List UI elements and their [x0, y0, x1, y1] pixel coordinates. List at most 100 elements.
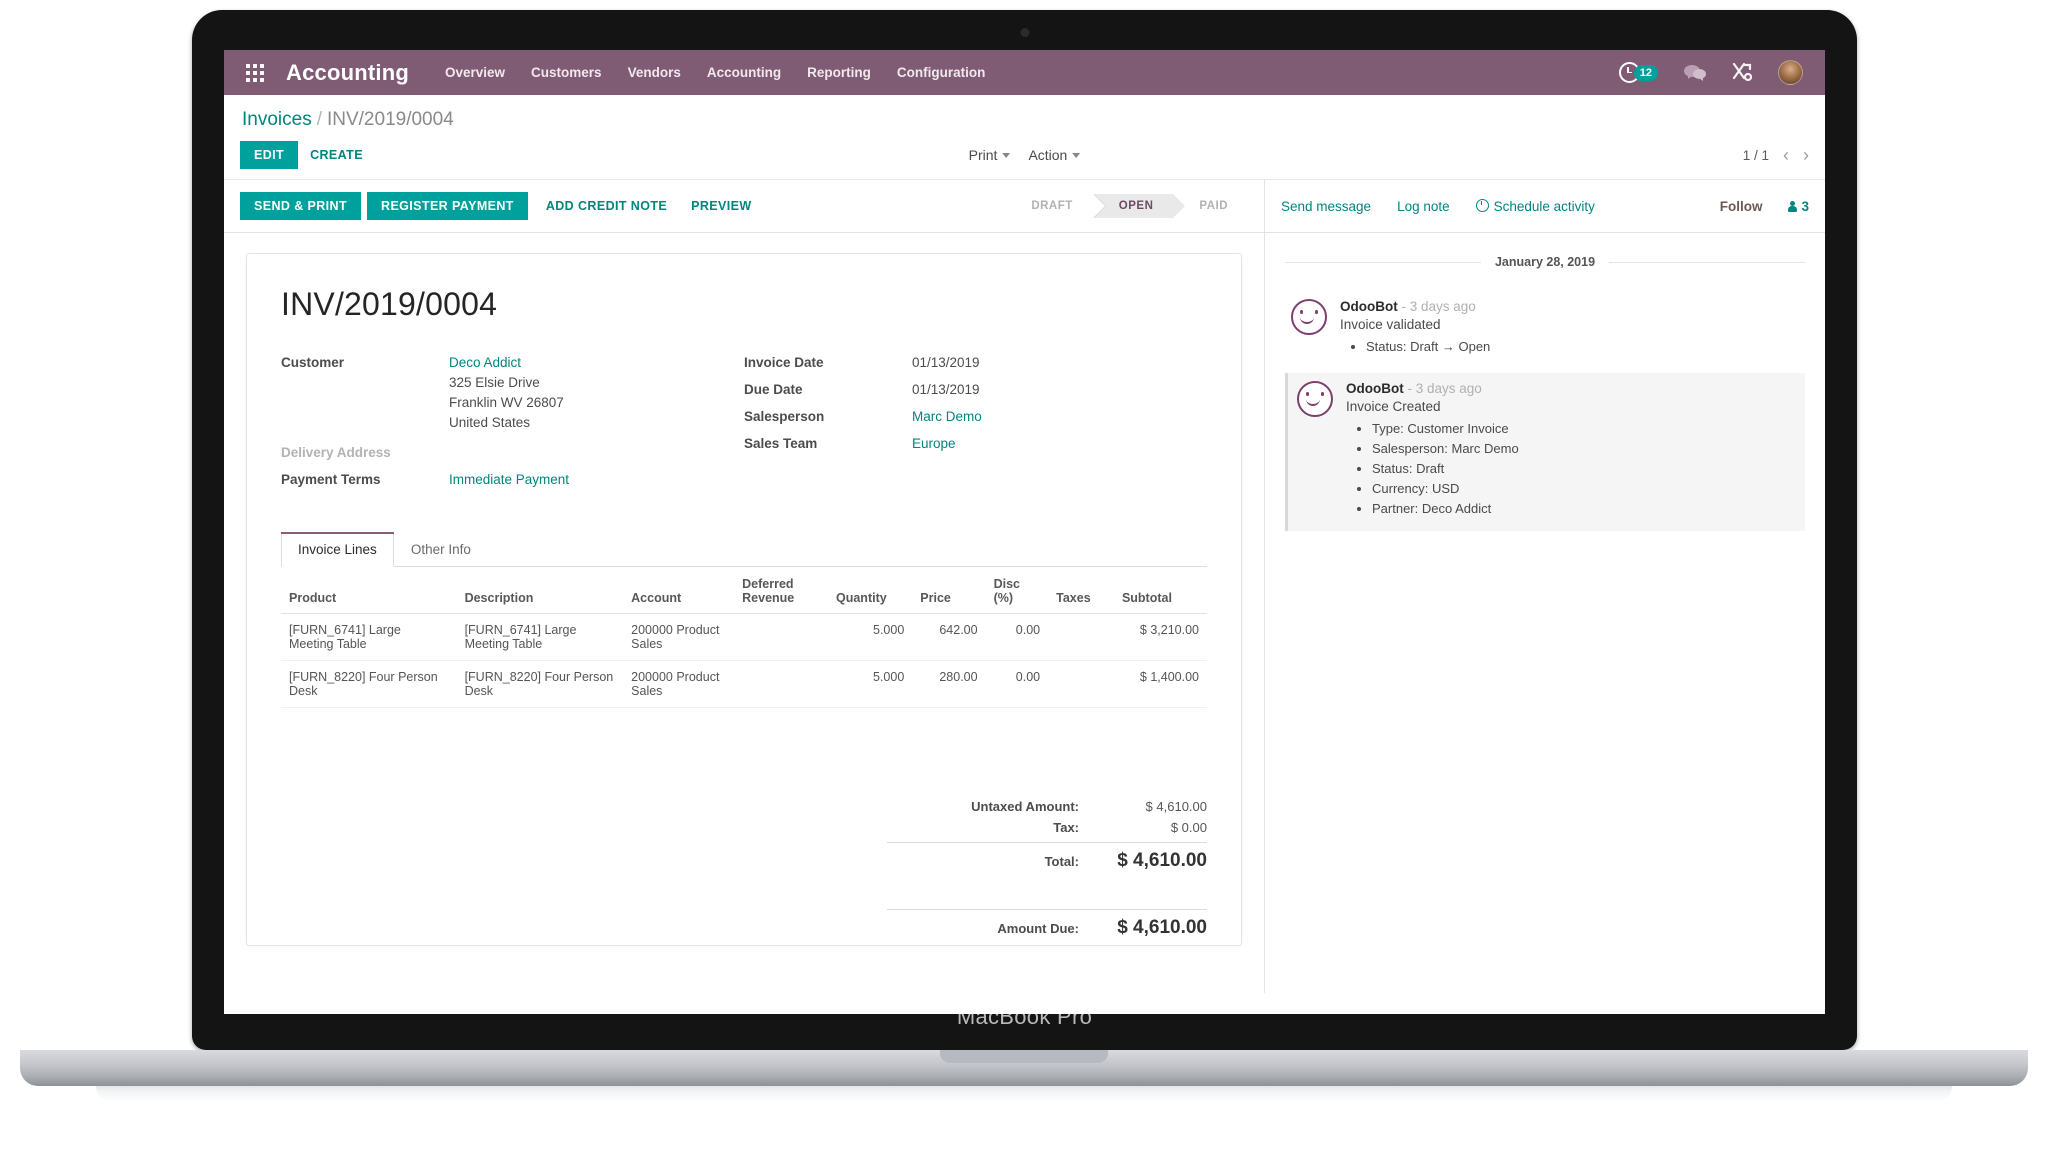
menu-item-overview[interactable]: Overview [445, 65, 505, 80]
user-icon [1788, 200, 1798, 212]
laptop-base [20, 1050, 2028, 1086]
print-dropdown[interactable]: Print [969, 147, 1011, 163]
message-subject: Invoice validated [1340, 317, 1441, 332]
navbar-systray: 12 [1618, 60, 1809, 85]
log-note-button[interactable]: Log note [1397, 199, 1450, 214]
total-tax-label: Tax: [1053, 820, 1079, 835]
tab-invoice-lines[interactable]: Invoice Lines [281, 532, 394, 567]
send-and-print-button[interactable]: SEND & PRINT [240, 192, 362, 220]
app-brand-title: Accounting [286, 59, 409, 85]
list-item: Partner: Deco Addict [1372, 499, 1799, 519]
field-invoice-date-value: 01/13/2019 [912, 355, 980, 370]
field-sales-team-value[interactable]: Europe [912, 434, 956, 454]
amount-due-label: Amount Due: [997, 921, 1079, 936]
field-salesperson: Salesperson Marc Demo [744, 407, 1207, 427]
cell-subtotal: $ 3,210.00 [1113, 613, 1207, 661]
total-untaxed-label: Untaxed Amount: [971, 799, 1079, 814]
col-price: Price [912, 571, 986, 614]
table-row[interactable]: [FURN_8220] Four Person Desk [FURN_8220]… [281, 660, 1207, 708]
preview-button[interactable]: PREVIEW [679, 192, 763, 220]
menu-item-reporting[interactable]: Reporting [807, 65, 871, 80]
total-row: Total: $ 4,610.00 [887, 842, 1207, 875]
schedule-activity-button[interactable]: Schedule activity [1475, 198, 1595, 214]
notebook-tabs: Invoice Lines Other Info [281, 531, 1207, 567]
cell-price: 642.00 [912, 613, 986, 661]
message-body: OdooBot - 3 days ago Invoice Created Typ… [1346, 381, 1799, 519]
field-salesperson-value[interactable]: Marc Demo [912, 407, 982, 427]
field-due-date-value: 01/13/2019 [912, 382, 980, 397]
total-label: Total: [1044, 854, 1079, 869]
status-draft[interactable]: DRAFT [1013, 194, 1107, 218]
total-tax-value: $ 0.00 [1170, 820, 1207, 835]
cell-disc: 0.00 [985, 613, 1049, 661]
apps-grid-icon[interactable] [246, 63, 264, 82]
webcam-icon [1020, 28, 1029, 37]
page-title: INV/2019/0004 [281, 286, 498, 322]
col-account: Account [623, 571, 735, 614]
totals-block: Untaxed Amount: $ 4,610.00 Tax: $ 0.00 T… [887, 796, 1207, 942]
send-message-button[interactable]: Send message [1281, 199, 1371, 214]
create-button[interactable]: CREATE [298, 141, 375, 169]
followers-count: 3 [1801, 198, 1809, 214]
invoice-lines-table: Product Description Account Deferred Reve… [281, 571, 1207, 708]
customer-city: Franklin WV 26807 [449, 395, 564, 410]
customer-country: United States [449, 415, 531, 430]
table-header-row: Product Description Account Deferred Reve… [281, 571, 1207, 614]
field-payment-terms-value[interactable]: Immediate Payment [449, 470, 569, 490]
field-sales-team-label: Sales Team [744, 436, 818, 451]
pager-previous-icon[interactable]: ‹ [1783, 146, 1789, 164]
thread-date-separator: January 28, 2019 [1285, 255, 1806, 269]
total-value: $ 4,610.00 [1117, 850, 1207, 871]
top-navbar: Accounting Overview Customers Vendors Ac… [224, 50, 1825, 95]
menu-item-configuration[interactable]: Configuration [897, 65, 985, 80]
invoice-sheet: INV/2019/0004 Customer Deco Addict 325 E… [246, 253, 1242, 946]
field-due-date-label: Due Date [744, 382, 803, 397]
add-credit-note-button[interactable]: ADD CREDIT NOTE [534, 192, 679, 220]
tools-icon[interactable] [1732, 63, 1752, 82]
breadcrumb-separator: / [316, 109, 322, 130]
pager-next-icon[interactable]: › [1803, 146, 1809, 164]
user-avatar[interactable] [1778, 60, 1803, 85]
cell-account: 200000 Product Sales [623, 613, 735, 661]
message-author: OdooBot [1340, 299, 1398, 314]
form-left-pane: SEND & PRINT REGISTER PAYMENT ADD CREDIT… [224, 180, 1265, 993]
record-pager: 1 / 1 ‹ › [1743, 146, 1809, 164]
cell-taxes [1048, 660, 1114, 708]
customer-street: 325 Elsie Drive [449, 375, 540, 390]
message-author: OdooBot [1346, 381, 1404, 396]
customer-name-link[interactable]: Deco Addict [449, 353, 564, 373]
activities-menu[interactable]: 12 [1618, 62, 1658, 83]
sheet-scroll-area: INV/2019/0004 Customer Deco Addict 325 E… [224, 233, 1264, 993]
action-dropdown[interactable]: Action [1028, 147, 1081, 163]
breadcrumb: Invoices / INV/2019/0004 [242, 109, 1809, 131]
breadcrumb-invoices[interactable]: Invoices [242, 109, 312, 130]
laptop-screen: Accounting Overview Customers Vendors Ac… [224, 50, 1825, 1014]
menu-item-vendors[interactable]: Vendors [628, 65, 681, 80]
field-invoice-date-label: Invoice Date [744, 355, 824, 370]
follow-button[interactable]: Follow [1720, 199, 1763, 214]
table-row[interactable]: [FURN_6741] Large Meeting Table [FURN_67… [281, 613, 1207, 661]
menu-item-customers[interactable]: Customers [531, 65, 602, 80]
invoice-header-fields: Customer Deco Addict 325 Elsie Drive Fra… [281, 353, 1207, 497]
odoobot-avatar-icon [1297, 381, 1333, 417]
col-subtotal: Subtotal [1113, 571, 1207, 614]
chatter-message: OdooBot - 3 days ago Invoice validated S… [1285, 291, 1805, 369]
followers-button[interactable]: 3 [1788, 199, 1809, 214]
field-delivery-address-label: Delivery Address [281, 445, 391, 460]
edit-button[interactable]: EDIT [240, 141, 299, 169]
tab-other-info[interactable]: Other Info [394, 532, 488, 567]
messaging-icon[interactable] [1684, 64, 1706, 81]
register-payment-button[interactable]: REGISTER PAYMENT [367, 192, 528, 220]
divider-right [1609, 261, 1806, 263]
list-item: Status: Draft → Open [1366, 337, 1799, 357]
breadcrumb-current: INV/2019/0004 [326, 109, 454, 130]
field-payment-terms-label: Payment Terms [281, 472, 381, 487]
chevron-down-icon [1072, 153, 1081, 158]
cell-deferred-revenue [734, 660, 828, 708]
odoobot-avatar-icon [1291, 299, 1327, 335]
control-panel-dropdowns: Print Action [969, 147, 1081, 163]
menu-item-accounting[interactable]: Accounting [707, 65, 781, 80]
invoice-header-left: Customer Deco Addict 325 Elsie Drive Fra… [281, 353, 744, 497]
cell-deferred-revenue [734, 613, 828, 661]
message-subject: Invoice Created [1346, 399, 1441, 414]
